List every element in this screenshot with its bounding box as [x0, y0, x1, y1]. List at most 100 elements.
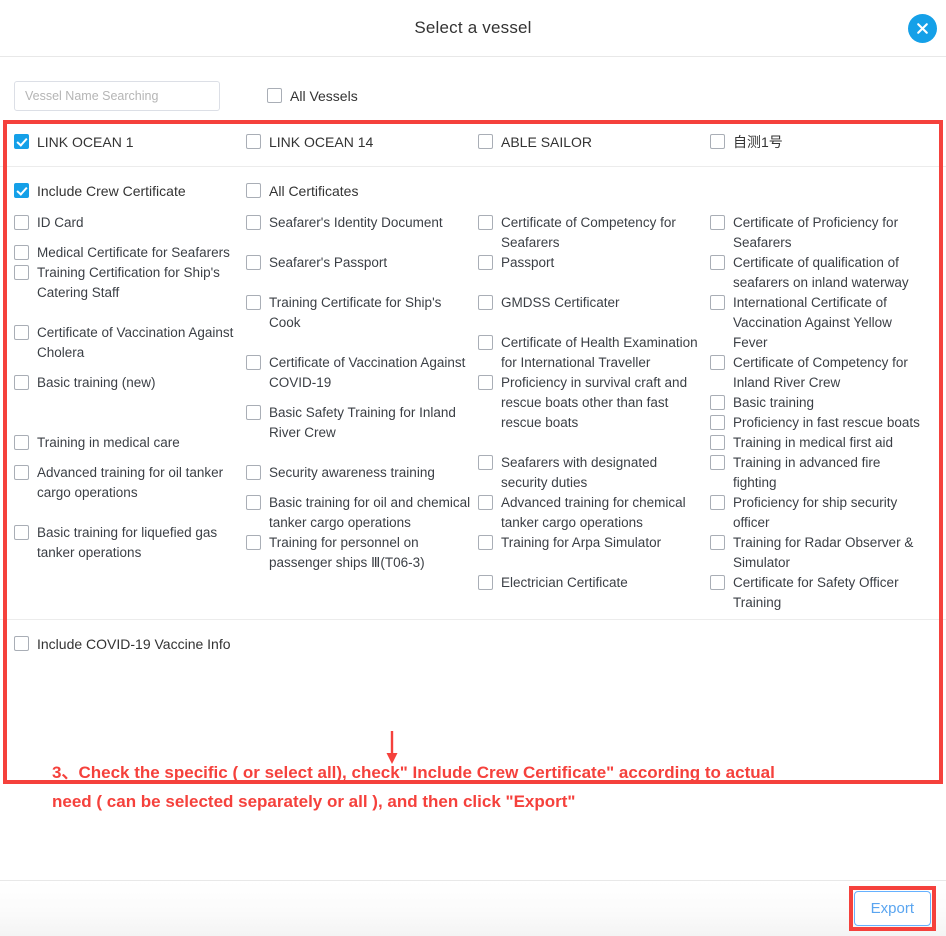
checkbox-certificate-2-4[interactable]: Proficiency in survival craft and rescue… [478, 373, 710, 433]
checkbox-vessel-2[interactable]: ABLE SAILOR [478, 132, 710, 152]
checkbox-certificate-3-2[interactable]: International Certificate of Vaccination… [710, 293, 926, 353]
checkbox-box-icon [478, 295, 493, 310]
checkbox-box-icon [710, 535, 725, 550]
checkbox-certificate-2-2[interactable]: GMDSS Certificater [478, 293, 710, 313]
checkbox-box-icon [710, 395, 725, 410]
checkbox-certificate-2-3[interactable]: Certificate of Health Examination for In… [478, 333, 710, 373]
checkbox-certificate-2-1[interactable]: Passport [478, 253, 710, 273]
annotation-line-2: need ( can be selected separately or all… [52, 792, 576, 811]
checkbox-box-icon [478, 495, 493, 510]
checkbox-box-icon [14, 465, 29, 480]
checkbox-box-icon [478, 255, 493, 270]
checkbox-certificate-1-0[interactable]: Seafarer's Identity Document [246, 213, 478, 233]
export-button[interactable]: Export [853, 891, 931, 926]
checkbox-label: International Certificate of Vaccination… [733, 295, 892, 350]
checkbox-box-icon [710, 455, 725, 470]
checkbox-box-icon [710, 575, 725, 590]
checkbox-certificate-3-10[interactable]: Certificate for Safety Officer Training [710, 573, 926, 613]
checkbox-box-icon [710, 255, 725, 270]
checkbox-certificate-3-0[interactable]: Certificate of Proficiency for Seafarers [710, 213, 926, 253]
checkbox-label: Advanced training for chemical tanker ca… [501, 495, 686, 530]
checkbox-label: All Vessels [290, 88, 358, 104]
checkbox-label: Seafarers with designated security dutie… [501, 455, 658, 490]
checkbox-vessel-3[interactable]: 自测1号 [710, 132, 926, 152]
checkbox-certificate-3-9[interactable]: Training for Radar Observer & Simulator [710, 533, 926, 573]
checkbox-box-icon [246, 183, 261, 198]
checkbox-label: Basic training (new) [37, 375, 156, 390]
checkbox-box-icon [14, 245, 29, 260]
checkbox-include-crew-certificate[interactable]: Include Crew Certificate [14, 181, 246, 201]
checkbox-box-icon [14, 215, 29, 230]
checkbox-label: Training for Radar Observer & Simulator [733, 535, 914, 570]
checkbox-box-icon [246, 215, 261, 230]
vessel-search-input[interactable] [14, 81, 220, 111]
close-icon[interactable] [908, 14, 937, 43]
checkbox-certificate-0-3[interactable]: Certificate of Vaccination Against Chole… [14, 323, 246, 363]
checkbox-all-vessels[interactable]: All Vessels [267, 86, 358, 106]
checkbox-label: Security awareness training [269, 465, 435, 480]
checkbox-certificate-3-3[interactable]: Certificate of Competency for Inland Riv… [710, 353, 926, 393]
checkbox-label: Training for Arpa Simulator [501, 535, 662, 550]
checkbox-certificate-3-6[interactable]: Training in medical first aid [710, 433, 926, 453]
checkbox-label: Seafarer's Identity Document [269, 215, 443, 230]
checkbox-certificate-2-6[interactable]: Advanced training for chemical tanker ca… [478, 493, 710, 533]
checkbox-vessel-1[interactable]: LINK OCEAN 14 [246, 132, 478, 152]
checkbox-certificate-1-5[interactable]: Security awareness training [246, 463, 478, 483]
checkbox-box-icon [246, 495, 261, 510]
checkbox-box-icon [246, 255, 261, 270]
checkbox-box-icon [710, 215, 725, 230]
certificate-toggle-row: Include Crew Certificate All Certificate… [14, 181, 932, 201]
checkbox-certificate-0-7[interactable]: Basic training for liquefied gas tanker … [14, 523, 246, 563]
checkbox-include-covid-vaccine-info[interactable]: Include COVID-19 Vaccine Info [14, 634, 231, 654]
checkbox-certificate-1-1[interactable]: Seafarer's Passport [246, 253, 478, 273]
checkbox-label: Advanced training for oil tanker cargo o… [37, 465, 224, 500]
checkbox-certificate-3-8[interactable]: Proficiency for ship security officer [710, 493, 926, 533]
checkbox-certificate-1-4[interactable]: Basic Safety Training for Inland River C… [246, 403, 478, 443]
checkbox-box-icon [710, 495, 725, 510]
checkbox-certificate-3-4[interactable]: Basic training [710, 393, 926, 413]
checkbox-all-certificates[interactable]: All Certificates [246, 181, 478, 201]
checkbox-certificate-0-2[interactable]: Training Certification for Ship's Cateri… [14, 263, 246, 303]
checkbox-certificate-2-8[interactable]: Electrician Certificate [478, 573, 710, 593]
checkbox-label: Proficiency for ship security officer [733, 495, 898, 530]
checkbox-certificate-2-0[interactable]: Certificate of Competency for Seafarers [478, 213, 710, 253]
checkbox-certificate-3-5[interactable]: Proficiency in fast rescue boats [710, 413, 926, 433]
checkbox-certificate-0-1[interactable]: Medical Certificate for Seafarers [14, 243, 246, 263]
checkbox-box-icon [710, 355, 725, 370]
checkbox-vessel-0[interactable]: LINK OCEAN 1 [14, 132, 246, 152]
checkbox-box-icon [14, 134, 29, 149]
checkbox-label: Passport [501, 255, 555, 270]
checkbox-certificate-2-5[interactable]: Seafarers with designated security dutie… [478, 453, 710, 493]
certificate-columns: ID Card Medical Certificate for Seafarers… [14, 213, 932, 613]
checkbox-label: Training for personnel on passenger ship… [269, 535, 425, 570]
checkbox-certificate-2-7[interactable]: Training for Arpa Simulator [478, 533, 710, 553]
checkbox-certificate-1-7[interactable]: Training for personnel on passenger ship… [246, 533, 478, 573]
checkbox-label: LINK OCEAN 14 [269, 134, 374, 150]
covid-section: Include COVID-19 Vaccine Info [0, 619, 946, 668]
checkbox-label: Training in medical first aid [733, 435, 894, 450]
checkbox-certificate-0-0[interactable]: ID Card [14, 213, 246, 233]
annotation-text: 3、Check the specific ( or select all), c… [52, 758, 920, 816]
checkbox-certificate-3-7[interactable]: Training in advanced fire fighting [710, 453, 926, 493]
checkbox-certificate-0-6[interactable]: Advanced training for oil tanker cargo o… [14, 463, 246, 503]
checkbox-certificate-0-4[interactable]: Basic training (new) [14, 373, 246, 393]
page-title: Select a vessel [414, 18, 532, 37]
checkbox-certificate-1-2[interactable]: Training Certificate for Ship's Cook [246, 293, 478, 333]
checkbox-box-icon [710, 295, 725, 310]
checkbox-label: Seafarer's Passport [269, 255, 388, 270]
checkbox-certificate-1-3[interactable]: Certificate of Vaccination Against COVID… [246, 353, 478, 393]
checkbox-box-icon [710, 435, 725, 450]
checkbox-label: Certificate of Proficiency for Seafarers [733, 215, 899, 250]
checkbox-certificate-1-6[interactable]: Basic training for oil and chemical tank… [246, 493, 478, 533]
checkbox-certificate-0-5[interactable]: Training in medical care [14, 433, 246, 453]
checkbox-box-icon [246, 405, 261, 420]
checkbox-label: Training Certificate for Ship's Cook [269, 295, 442, 330]
checkbox-certificate-3-1[interactable]: Certificate of qualification of seafarer… [710, 253, 926, 293]
